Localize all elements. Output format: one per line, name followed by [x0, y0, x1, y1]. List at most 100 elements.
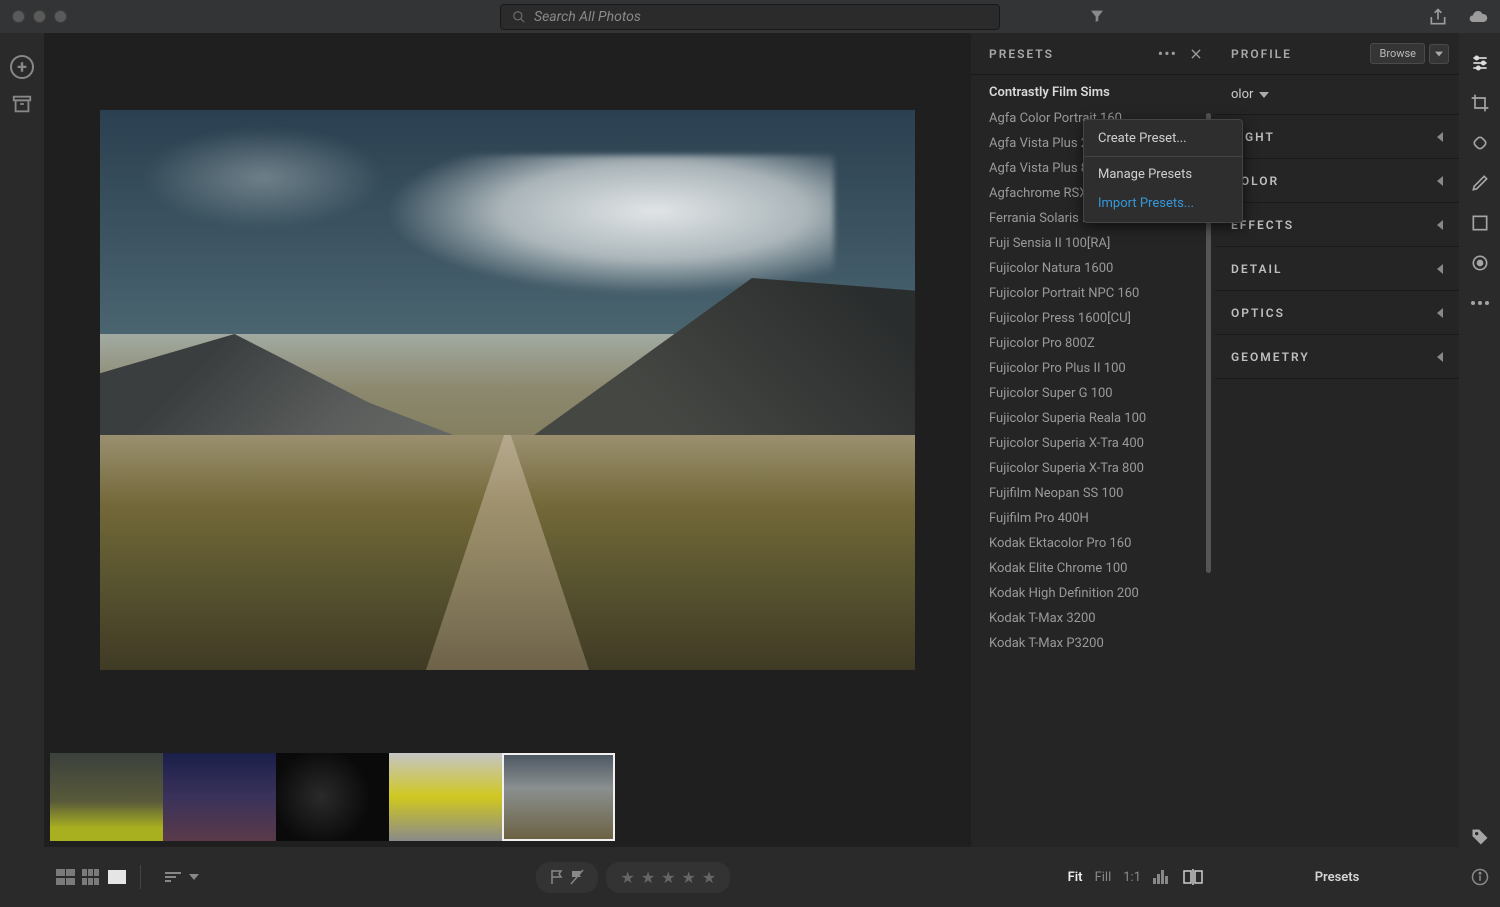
close-window[interactable]: [12, 10, 25, 23]
single-view[interactable]: [108, 870, 126, 884]
presets-panel: PRESETS ••• Contrastly Film Sims Agfa Co…: [971, 33, 1215, 847]
presets-title: PRESETS: [989, 47, 1158, 61]
menu-separator: [1084, 156, 1242, 157]
main-photo: [100, 110, 915, 670]
preset-item[interactable]: Kodak High Definition 200: [989, 581, 1215, 606]
thumbnail[interactable]: [163, 753, 276, 841]
thumbnail[interactable]: [50, 753, 163, 841]
thumbnail[interactable]: [276, 753, 389, 841]
preset-item[interactable]: Fujifilm Pro 400H: [989, 506, 1215, 531]
divider: [140, 865, 141, 889]
preset-item[interactable]: Fujicolor Natura 1600: [989, 256, 1215, 281]
tag-icon[interactable]: [1470, 827, 1490, 847]
image-viewport[interactable]: [44, 33, 971, 747]
preset-item[interactable]: Fujicolor Portrait NPC 160: [989, 281, 1215, 306]
grid-3x2-view[interactable]: [82, 869, 102, 885]
more-tools-icon[interactable]: [1470, 293, 1490, 313]
linear-gradient-icon[interactable]: [1470, 213, 1490, 233]
star-icon[interactable]: ★: [641, 868, 655, 887]
add-photo-button[interactable]: +: [10, 55, 34, 79]
chevron-left-icon: [1437, 352, 1443, 362]
healing-icon[interactable]: [1470, 133, 1490, 153]
profile-dropdown-caret[interactable]: [1429, 44, 1449, 64]
edit-section-optics[interactable]: OPTICS: [1215, 291, 1459, 335]
edit-section-color[interactable]: COLOR: [1215, 159, 1459, 203]
filmstrip: [44, 747, 971, 847]
right-toolbar: [1459, 33, 1500, 847]
zoom-fill[interactable]: Fill: [1095, 870, 1112, 885]
brush-icon[interactable]: [1470, 173, 1490, 193]
section-label: DETAIL: [1231, 262, 1282, 276]
titlebar: Search All Photos: [0, 0, 1500, 33]
menu-manage-presets[interactable]: Manage Presets: [1084, 160, 1242, 189]
zoom-oneone[interactable]: 1:1: [1123, 870, 1141, 885]
edit-section-detail[interactable]: DETAIL: [1215, 247, 1459, 291]
search-icon: [512, 10, 526, 24]
zoom-fit[interactable]: Fit: [1068, 870, 1083, 885]
preset-item[interactable]: Fujicolor Superia X-Tra 400: [989, 431, 1215, 456]
profile-label: PROFILE: [1231, 47, 1370, 61]
sort-dropdown[interactable]: [165, 871, 199, 883]
edit-section-effects[interactable]: EFFECTS: [1215, 203, 1459, 247]
archive-icon[interactable]: [11, 93, 33, 115]
thumbnail-selected[interactable]: [502, 753, 615, 841]
edit-section-geometry[interactable]: GEOMETRY: [1215, 335, 1459, 379]
preset-item[interactable]: Fuji Sensia II 100[RA]: [989, 231, 1215, 256]
center-workspace: [44, 33, 971, 847]
window-controls: [12, 10, 67, 23]
preset-item[interactable]: Fujicolor Superia Reala 100: [989, 406, 1215, 431]
preset-item[interactable]: Fujicolor Press 1600[CU]: [989, 306, 1215, 331]
menu-create-preset[interactable]: Create Preset...: [1084, 124, 1242, 153]
profile-value: olor: [1231, 87, 1253, 102]
preset-group[interactable]: Contrastly Film Sims: [989, 81, 1215, 106]
crop-icon[interactable]: [1470, 93, 1490, 113]
section-label: OPTICS: [1231, 306, 1285, 320]
edit-section-light[interactable]: LIGHT: [1215, 115, 1459, 159]
preset-item[interactable]: Fujifilm Neopan SS 100: [989, 481, 1215, 506]
share-icon[interactable]: [1428, 7, 1448, 27]
chevron-left-icon: [1437, 308, 1443, 318]
left-sidebar: +: [0, 33, 44, 847]
menu-import-presets[interactable]: Import Presets...: [1084, 189, 1242, 218]
star-icon[interactable]: ★: [661, 868, 675, 887]
profile-select[interactable]: olor: [1215, 75, 1459, 115]
sliders-icon[interactable]: [1470, 53, 1490, 73]
preset-item[interactable]: Fujicolor Super G 100: [989, 381, 1215, 406]
preset-item[interactable]: Fujicolor Pro Plus II 100: [989, 356, 1215, 381]
preset-item[interactable]: Fujicolor Superia X-Tra 800: [989, 456, 1215, 481]
chevron-left-icon: [1437, 264, 1443, 274]
thumbnail[interactable]: [389, 753, 502, 841]
presets-button[interactable]: Presets: [1215, 870, 1459, 885]
search-placeholder: Search All Photos: [534, 9, 641, 25]
info-icon[interactable]: [1471, 868, 1489, 886]
search-input[interactable]: Search All Photos: [500, 4, 1000, 30]
filter-icon[interactable]: [1089, 8, 1105, 24]
statusbar: ★ ★ ★ ★ ★ Fit Fill 1:1 Presets: [0, 847, 1500, 907]
presets-context-menu: Create Preset... Manage Presets Import P…: [1083, 119, 1243, 223]
browse-button[interactable]: Browse: [1370, 43, 1425, 64]
chevron-left-icon: [1437, 132, 1443, 142]
minimize-window[interactable]: [33, 10, 46, 23]
histogram-icon[interactable]: [1153, 870, 1171, 884]
star-icon[interactable]: ★: [620, 868, 634, 887]
close-icon[interactable]: [1189, 47, 1203, 61]
preset-item[interactable]: Kodak Elite Chrome 100: [989, 556, 1215, 581]
grid-2x2-view[interactable]: [56, 869, 76, 885]
section-label: GEOMETRY: [1231, 350, 1310, 364]
compare-icon[interactable]: [1183, 869, 1203, 885]
preset-item[interactable]: Kodak T-Max P3200: [989, 631, 1215, 656]
chevron-left-icon: [1437, 220, 1443, 230]
preset-item[interactable]: Kodak T-Max 3200: [989, 606, 1215, 631]
star-icon[interactable]: ★: [702, 868, 716, 887]
flag-controls[interactable]: [536, 862, 598, 893]
cloud-icon[interactable]: [1468, 7, 1488, 27]
edit-panel: PROFILE Browse olor LIGHTCOLOREFFECTS DET…: [1215, 33, 1459, 847]
maximize-window[interactable]: [54, 10, 67, 23]
rating-stars[interactable]: ★ ★ ★ ★ ★: [606, 862, 730, 893]
radial-gradient-icon[interactable]: [1470, 253, 1490, 273]
preset-item[interactable]: Kodak Ektacolor Pro 160: [989, 531, 1215, 556]
chevron-left-icon: [1437, 176, 1443, 186]
star-icon[interactable]: ★: [682, 868, 696, 887]
preset-item[interactable]: Fujicolor Pro 800Z: [989, 331, 1215, 356]
more-icon[interactable]: •••: [1158, 44, 1177, 63]
